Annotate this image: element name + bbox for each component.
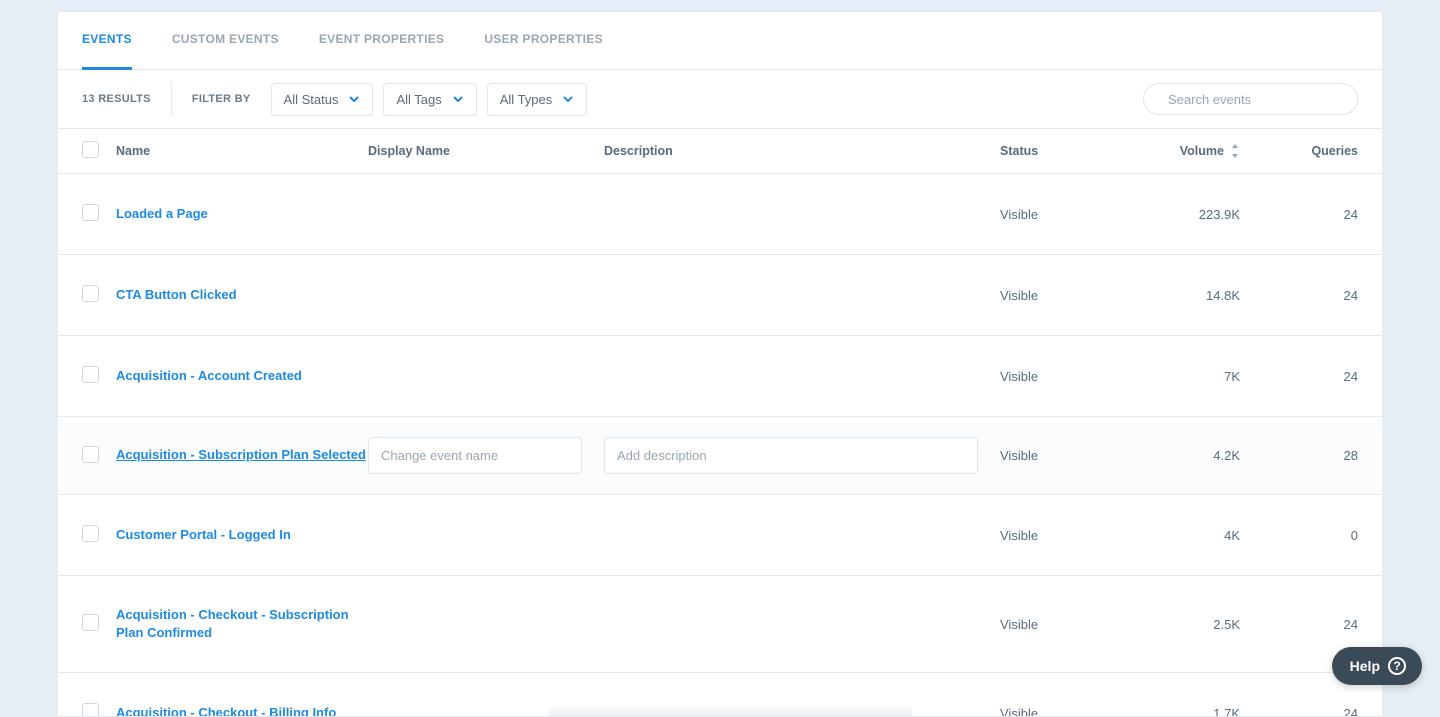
- event-name-link[interactable]: Customer Portal - Logged In: [116, 527, 291, 542]
- event-name-link[interactable]: Loaded a Page: [116, 206, 208, 221]
- checkbox-select-all[interactable]: [82, 141, 99, 158]
- col-header-name[interactable]: Name: [116, 144, 368, 158]
- table-row[interactable]: Acquisition - Checkout - Subscription Pl…: [58, 576, 1382, 673]
- event-name-link[interactable]: Acquisition - Checkout - Subscription Pl…: [116, 607, 349, 640]
- filter-bar: 13 RESULTS FILTER BY All Status All Tags…: [58, 70, 1382, 129]
- event-name-link[interactable]: CTA Button Clicked: [116, 287, 237, 302]
- search-events[interactable]: [1143, 83, 1358, 115]
- row-status: Visible: [1000, 369, 1120, 384]
- row-volume: 4.2K: [1120, 448, 1240, 463]
- description-input[interactable]: [604, 437, 978, 474]
- tab-event-properties[interactable]: EVENT PROPERTIES: [319, 12, 445, 70]
- row-checkbox[interactable]: [82, 446, 99, 463]
- table-row[interactable]: Acquisition - Account Created Visible7K24: [58, 336, 1382, 417]
- row-volume: 14.8K: [1120, 288, 1240, 303]
- help-label: Help: [1350, 658, 1380, 674]
- row-checkbox[interactable]: [82, 614, 99, 631]
- chevron-down-icon: [348, 93, 360, 105]
- row-volume: 223.9K: [1120, 207, 1240, 222]
- filter-tags-dropdown[interactable]: All Tags: [383, 83, 476, 116]
- row-status: Visible: [1000, 448, 1120, 463]
- col-header-display-name[interactable]: Display Name: [368, 144, 604, 158]
- col-header-description[interactable]: Description: [604, 144, 1000, 158]
- help-question-icon: ?: [1388, 657, 1406, 675]
- table-row[interactable]: Acquisition - Subscription Plan Selected…: [58, 417, 1382, 495]
- row-status: Visible: [1000, 288, 1120, 303]
- table-row[interactable]: Loaded a Page Visible223.9K24: [58, 174, 1382, 255]
- col-header-status[interactable]: Status: [1000, 144, 1120, 158]
- row-queries: 24: [1240, 207, 1358, 222]
- filter-types-dropdown[interactable]: All Types: [487, 83, 588, 116]
- row-queries: 0: [1240, 528, 1358, 543]
- col-header-volume-label: Volume: [1180, 144, 1224, 158]
- sort-icon: [1230, 144, 1240, 158]
- row-checkbox[interactable]: [82, 285, 99, 302]
- events-panel: EVENTS CUSTOM EVENTS EVENT PROPERTIES US…: [57, 11, 1383, 717]
- row-checkbox[interactable]: [82, 204, 99, 221]
- display-name-input[interactable]: [368, 437, 582, 474]
- table-body: Loaded a PageVisible223.9K24CTA Button C…: [58, 174, 1382, 716]
- col-header-queries[interactable]: Queries: [1240, 144, 1358, 158]
- event-name-link[interactable]: Acquisition - Checkout - Billing Info: [116, 705, 336, 716]
- row-volume: 1.7K: [1120, 706, 1240, 716]
- filter-status-dropdown[interactable]: All Status: [271, 83, 374, 116]
- tab-custom-events[interactable]: CUSTOM EVENTS: [172, 12, 279, 70]
- row-queries: 24: [1240, 706, 1358, 716]
- row-queries: 28: [1240, 448, 1358, 463]
- filter-dropdowns: All Status All Tags All Types: [271, 83, 588, 116]
- row-checkbox[interactable]: [82, 366, 99, 383]
- tab-events[interactable]: EVENTS: [82, 12, 132, 70]
- event-name-link[interactable]: Acquisition - Account Created: [116, 368, 302, 383]
- row-checkbox[interactable]: [82, 525, 99, 542]
- chevron-down-icon: [452, 93, 464, 105]
- row-status: Visible: [1000, 528, 1120, 543]
- chevron-down-icon: [562, 93, 574, 105]
- col-header-volume[interactable]: Volume: [1120, 144, 1240, 158]
- row-volume: 7K: [1120, 369, 1240, 384]
- row-queries: 24: [1240, 369, 1358, 384]
- help-button[interactable]: Help ?: [1332, 647, 1422, 685]
- row-status: Visible: [1000, 207, 1120, 222]
- row-queries: 24: [1240, 617, 1358, 632]
- row-status: Visible: [1000, 617, 1120, 632]
- row-volume: 4K: [1120, 528, 1240, 543]
- table-header: Name Display Name Description Status Vol…: [58, 129, 1382, 174]
- filter-tags-label: All Tags: [396, 92, 441, 107]
- tab-user-properties[interactable]: USER PROPERTIES: [484, 12, 603, 70]
- filter-types-label: All Types: [500, 92, 553, 107]
- search-input[interactable]: [1168, 92, 1344, 107]
- filter-by-label: FILTER BY: [192, 93, 251, 105]
- results-count: 13 RESULTS: [82, 82, 172, 116]
- row-volume: 2.5K: [1120, 617, 1240, 632]
- filter-status-label: All Status: [284, 92, 339, 107]
- row-checkbox[interactable]: [82, 703, 99, 716]
- table-row[interactable]: Customer Portal - Logged In Visible4K0: [58, 495, 1382, 576]
- table-row[interactable]: CTA Button Clicked Visible14.8K24: [58, 255, 1382, 336]
- row-queries: 24: [1240, 288, 1358, 303]
- tabs: EVENTS CUSTOM EVENTS EVENT PROPERTIES US…: [58, 12, 1382, 70]
- table-row[interactable]: Acquisition - Checkout - Billing Info Vis…: [58, 673, 1382, 716]
- row-status: Visible: [1000, 706, 1120, 716]
- event-name-link[interactable]: Acquisition - Subscription Plan Selected: [116, 447, 366, 462]
